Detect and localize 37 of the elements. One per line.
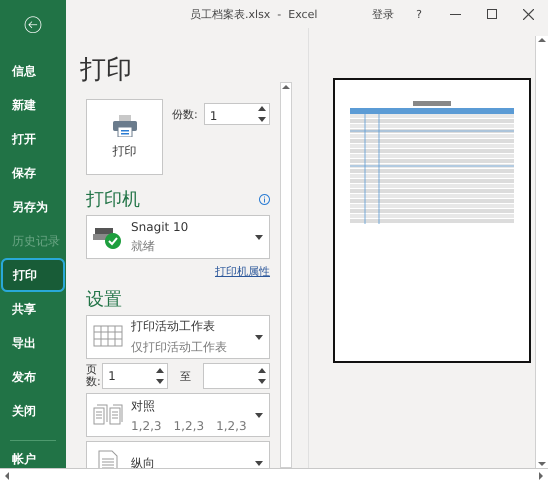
sidebar-item[interactable]: 保存 — [0, 156, 66, 190]
printer-dropdown[interactable]: Snagit 10 就绪 — [86, 215, 270, 259]
collation-dropdown[interactable]: 对照 1,2,3 1,2,3 1,2,3 — [86, 393, 270, 437]
option-title: 对照 — [131, 398, 156, 414]
sidebar-item[interactable]: 新建 — [0, 88, 66, 122]
printer-properties-link[interactable]: 打印机属性 — [215, 264, 270, 279]
to-label: 至 — [180, 368, 192, 384]
sidebar-item[interactable]: 另存为 — [0, 190, 66, 224]
sidebar-item[interactable]: 发布 — [0, 360, 66, 394]
option-subtitle: 仅打印活动工作表 — [131, 339, 228, 356]
section-heading: 打印机 — [86, 188, 140, 211]
option-title: 纵向 — [131, 454, 156, 468]
sidebar-item[interactable]: 共享 — [0, 292, 66, 326]
sign-in-link[interactable]: 登录 — [372, 6, 394, 22]
section-heading: 设置 — [86, 288, 122, 311]
sidebar-item[interactable]: 导出 — [0, 326, 66, 360]
printer-name: Snagit 10 — [131, 220, 190, 234]
window-title: 员工档案表.xlsx - Excel — [190, 6, 318, 22]
copies-field[interactable]: 1 — [204, 103, 270, 125]
collation-order: 1,2,3 — [216, 418, 247, 432]
sidebar-item[interactable]: 关闭 — [0, 394, 66, 428]
printer-status: 就绪 — [131, 238, 156, 254]
print-button[interactable]: 打印 — [86, 99, 163, 175]
sidebar-item[interactable]: 信息 — [0, 54, 66, 88]
sidebar-item[interactable]: 打开 — [0, 122, 66, 156]
collation-order: 1,2,3 — [131, 418, 162, 432]
print-scope-dropdown[interactable]: 打印活动工作表 仅打印活动工作表 — [86, 315, 270, 359]
page-heading: 打印 — [80, 54, 133, 87]
option-title: 打印活动工作表 — [131, 318, 216, 335]
copies-label: 份数: — [172, 107, 198, 122]
sidebar-item[interactable]: 打印 — [1, 258, 65, 292]
collation-order: 1,2,3 — [174, 418, 204, 432]
pages-label: 页数: — [86, 364, 98, 388]
page-from-field[interactable]: 1 — [102, 363, 168, 389]
help-button[interactable]: ? — [416, 8, 422, 20]
orientation-dropdown[interactable]: 纵向 — [86, 441, 270, 468]
sidebar-item[interactable]: 帐户 — [0, 451, 66, 468]
